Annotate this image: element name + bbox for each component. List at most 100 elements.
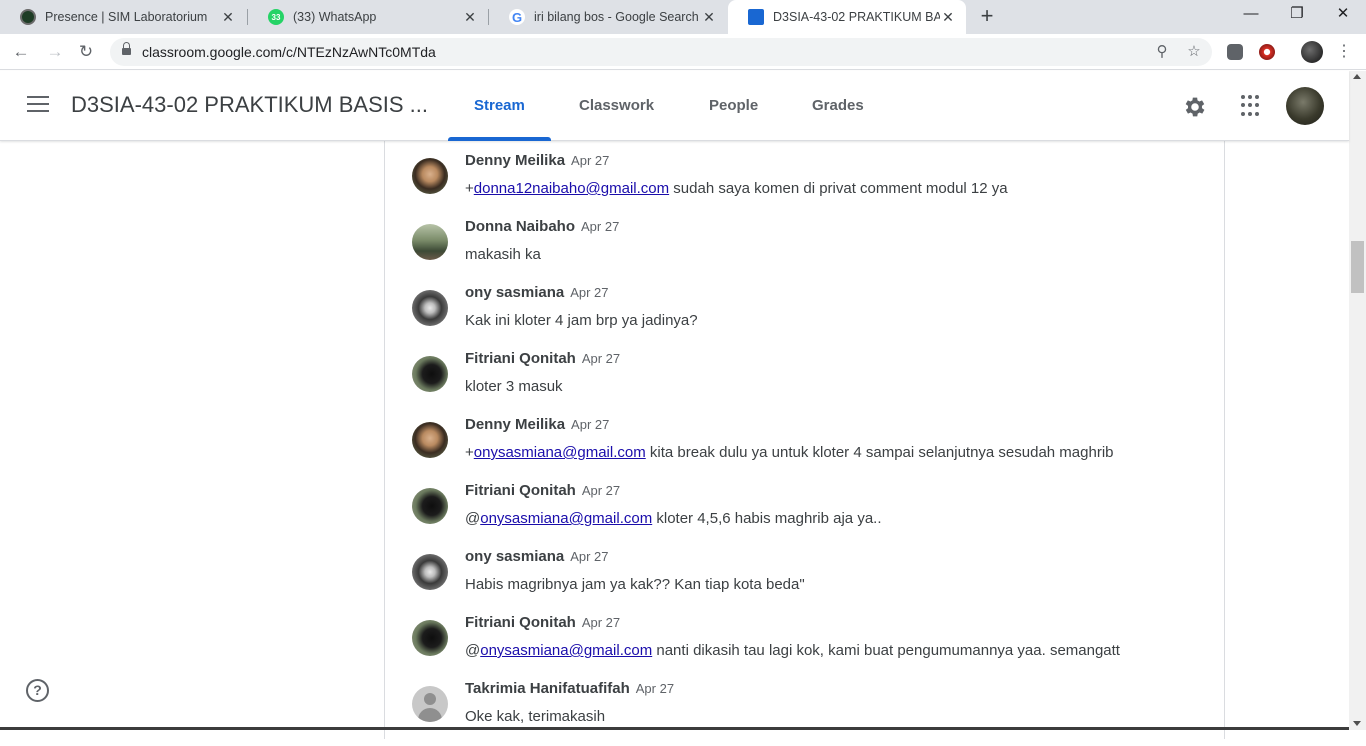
close-window-button[interactable]: ✕	[1320, 0, 1366, 30]
avatar	[412, 158, 448, 194]
close-tab-icon[interactable]: ✕	[701, 9, 717, 26]
comment-prefix: @	[465, 510, 481, 527]
more-vert-icon[interactable]: ⋮	[1336, 40, 1352, 64]
comment-item: Donna Naibaho Apr 27 makasih ka	[412, 218, 1212, 284]
comment-author: Fitriani Qonitah	[465, 482, 576, 499]
tab-title: Presence | SIM Laboratorium	[45, 10, 208, 24]
email-mention-link[interactable]: onysasmiana@gmail.com	[474, 444, 646, 461]
comment-body: kloter 4,5,6 habis maghrib aja ya..	[652, 510, 882, 527]
comment-date: Apr 27	[570, 285, 609, 300]
comment-author: Takrimia Hanifatuafifah	[465, 680, 630, 697]
tab-grades[interactable]: Grades	[786, 71, 890, 141]
comment-body: sudah saya komen di privat comment modul…	[669, 180, 1008, 197]
comment-text: Oke kak, terimakasih	[465, 708, 605, 725]
email-mention-link[interactable]: donna12naibaho@gmail.com	[474, 180, 669, 197]
zoom-icon[interactable]: ⚲	[1152, 42, 1172, 62]
extension-robot-icon[interactable]	[1227, 44, 1243, 60]
comment-author: Fitriani Qonitah	[465, 350, 576, 367]
comment-date: Apr 27	[581, 351, 621, 366]
restore-button[interactable]: ❐	[1274, 0, 1320, 30]
comment-text: Habis magribnya jam ya kak?? Kan tiap ko…	[465, 576, 805, 593]
email-mention-link[interactable]: onysasmiana@gmail.com	[480, 642, 652, 659]
scrollbar-thumb[interactable]	[1351, 241, 1364, 293]
tab-title: (33) WhatsApp	[293, 10, 377, 24]
google-favicon-icon: G	[509, 9, 525, 25]
scroll-up-arrow-icon[interactable]	[1353, 74, 1361, 79]
tab-label: People	[709, 97, 759, 114]
help-icon[interactable]: ?	[26, 679, 49, 702]
browser-toolbar: ← → ↻ classroom.google.com/c/NTEzNzAwNTc…	[0, 34, 1366, 70]
comment-text: @onysasmiana@gmail.com nanti dikasih tau…	[465, 642, 1120, 659]
close-tab-icon[interactable]: ✕	[220, 9, 236, 26]
comment-author: Denny Meilika	[465, 152, 566, 169]
tab-title: D3SIA-43-02 PRAKTIKUM BASIS D	[773, 10, 940, 24]
comment-date: Apr 27	[635, 681, 675, 696]
comment-body: nanti dikasih tau lagi kok, kami buat pe…	[652, 642, 1120, 659]
active-tab-indicator	[448, 137, 551, 141]
comment-date: Apr 27	[571, 417, 610, 432]
stream-content: Denny Meilika Apr 27 +donna12naibaho@gmai…	[0, 139, 1349, 739]
avatar	[412, 224, 448, 260]
profile-avatar[interactable]	[1301, 41, 1323, 63]
reload-icon[interactable]: ↻	[74, 40, 98, 64]
comment-item: Denny Meilika Apr 27 +donna12naibaho@gmai…	[412, 152, 1212, 218]
comment-item: ony sasmiana Apr 27 Kak ini kloter 4 jam …	[412, 284, 1212, 350]
comment-author: ony sasmiana	[465, 284, 565, 301]
browser-tab-google-search[interactable]: G iri bilang bos - Google Search ✕	[489, 0, 727, 34]
comment-item: Fitriani Qonitah Apr 27 @onysasmiana@gmai…	[412, 614, 1212, 680]
comment-prefix: @	[465, 642, 481, 659]
comment-text: Kak ini kloter 4 jam brp ya jadinya?	[465, 312, 698, 329]
comment-author: Fitriani Qonitah	[465, 614, 576, 631]
browser-tab-strip: Presence | SIM Laboratorium ✕ 33 (33) Wh…	[0, 0, 1366, 34]
lock-icon	[122, 42, 131, 57]
comment-date: Apr 27	[570, 549, 609, 564]
new-tab-button[interactable]: +	[976, 5, 998, 29]
scroll-down-arrow-icon[interactable]	[1353, 721, 1361, 726]
comment-item: Fitriani Qonitah Apr 27 kloter 3 masuk	[412, 350, 1212, 416]
url-text[interactable]: classroom.google.com/c/NTEzNzAwNTc0MTda	[142, 38, 436, 66]
tab-label: Grades	[812, 97, 864, 114]
presence-favicon-icon	[20, 9, 36, 25]
comment-body: Kak ini kloter 4 jam brp ya jadinya?	[465, 312, 698, 329]
tab-classwork[interactable]: Classwork	[553, 71, 680, 141]
bookmark-star-icon[interactable]: ☆	[1184, 42, 1204, 62]
close-tab-icon[interactable]: ✕	[462, 9, 478, 26]
tab-title: iri bilang bos - Google Search	[534, 10, 699, 24]
comment-date: Apr 27	[581, 615, 621, 630]
announcement-comments-card: Denny Meilika Apr 27 +donna12naibaho@gmai…	[384, 139, 1225, 739]
email-mention-link[interactable]: onysasmiana@gmail.com	[480, 510, 652, 527]
close-tab-icon[interactable]: ✕	[940, 9, 956, 26]
classroom-header: D3SIA-43-02 PRAKTIKUM BASIS ... Stream C…	[0, 71, 1349, 141]
class-title[interactable]: D3SIA-43-02 PRAKTIKUM BASIS ...	[71, 92, 428, 118]
avatar	[412, 290, 448, 326]
comment-body: Oke kak, terimakasih	[465, 708, 606, 725]
comment-author: Donna Naibaho	[465, 218, 576, 235]
comment-text: makasih ka	[465, 246, 541, 263]
default-avatar-icon	[412, 686, 448, 722]
avatar	[412, 356, 448, 392]
comment-body: kloter 3 masuk	[465, 378, 563, 395]
comment-text: +donna12naibaho@gmail.com sudah saya kom…	[465, 180, 1008, 197]
back-arrow-icon[interactable]: ←	[9, 40, 33, 64]
address-bar[interactable]: classroom.google.com/c/NTEzNzAwNTc0MTda …	[110, 38, 1212, 66]
comment-date: Apr 27	[571, 153, 610, 168]
tab-stream[interactable]: Stream	[448, 71, 551, 141]
tab-people[interactable]: People	[683, 71, 784, 141]
browser-tab-presence[interactable]: Presence | SIM Laboratorium ✕	[0, 0, 246, 34]
comment-item: Denny Meilika Apr 27 +onysasmiana@gmail.c…	[412, 416, 1212, 482]
comment-body: kita break dulu ya untuk kloter 4 sampai…	[645, 444, 1114, 461]
apps-grid-icon[interactable]	[1241, 95, 1263, 117]
whatsapp-favicon-icon: 33	[268, 9, 284, 25]
comment-item: Takrimia Hanifatuafifah Apr 27 Oke kak, t…	[412, 680, 1212, 746]
page-scrollbar[interactable]	[1349, 71, 1366, 730]
comment-date: Apr 27	[581, 219, 620, 234]
browser-tab-whatsapp[interactable]: 33 (33) WhatsApp ✕	[248, 0, 488, 34]
account-avatar[interactable]	[1286, 87, 1324, 125]
browser-tab-classroom[interactable]: D3SIA-43-02 PRAKTIKUM BASIS D ✕	[728, 0, 966, 34]
hamburger-menu-icon[interactable]	[27, 96, 51, 116]
forward-arrow-icon[interactable]: →	[43, 40, 67, 64]
comment-prefix: +	[465, 444, 474, 461]
minimize-button[interactable]: —	[1228, 0, 1274, 30]
gear-icon[interactable]	[1182, 94, 1208, 120]
extension-record-icon[interactable]	[1259, 44, 1275, 60]
